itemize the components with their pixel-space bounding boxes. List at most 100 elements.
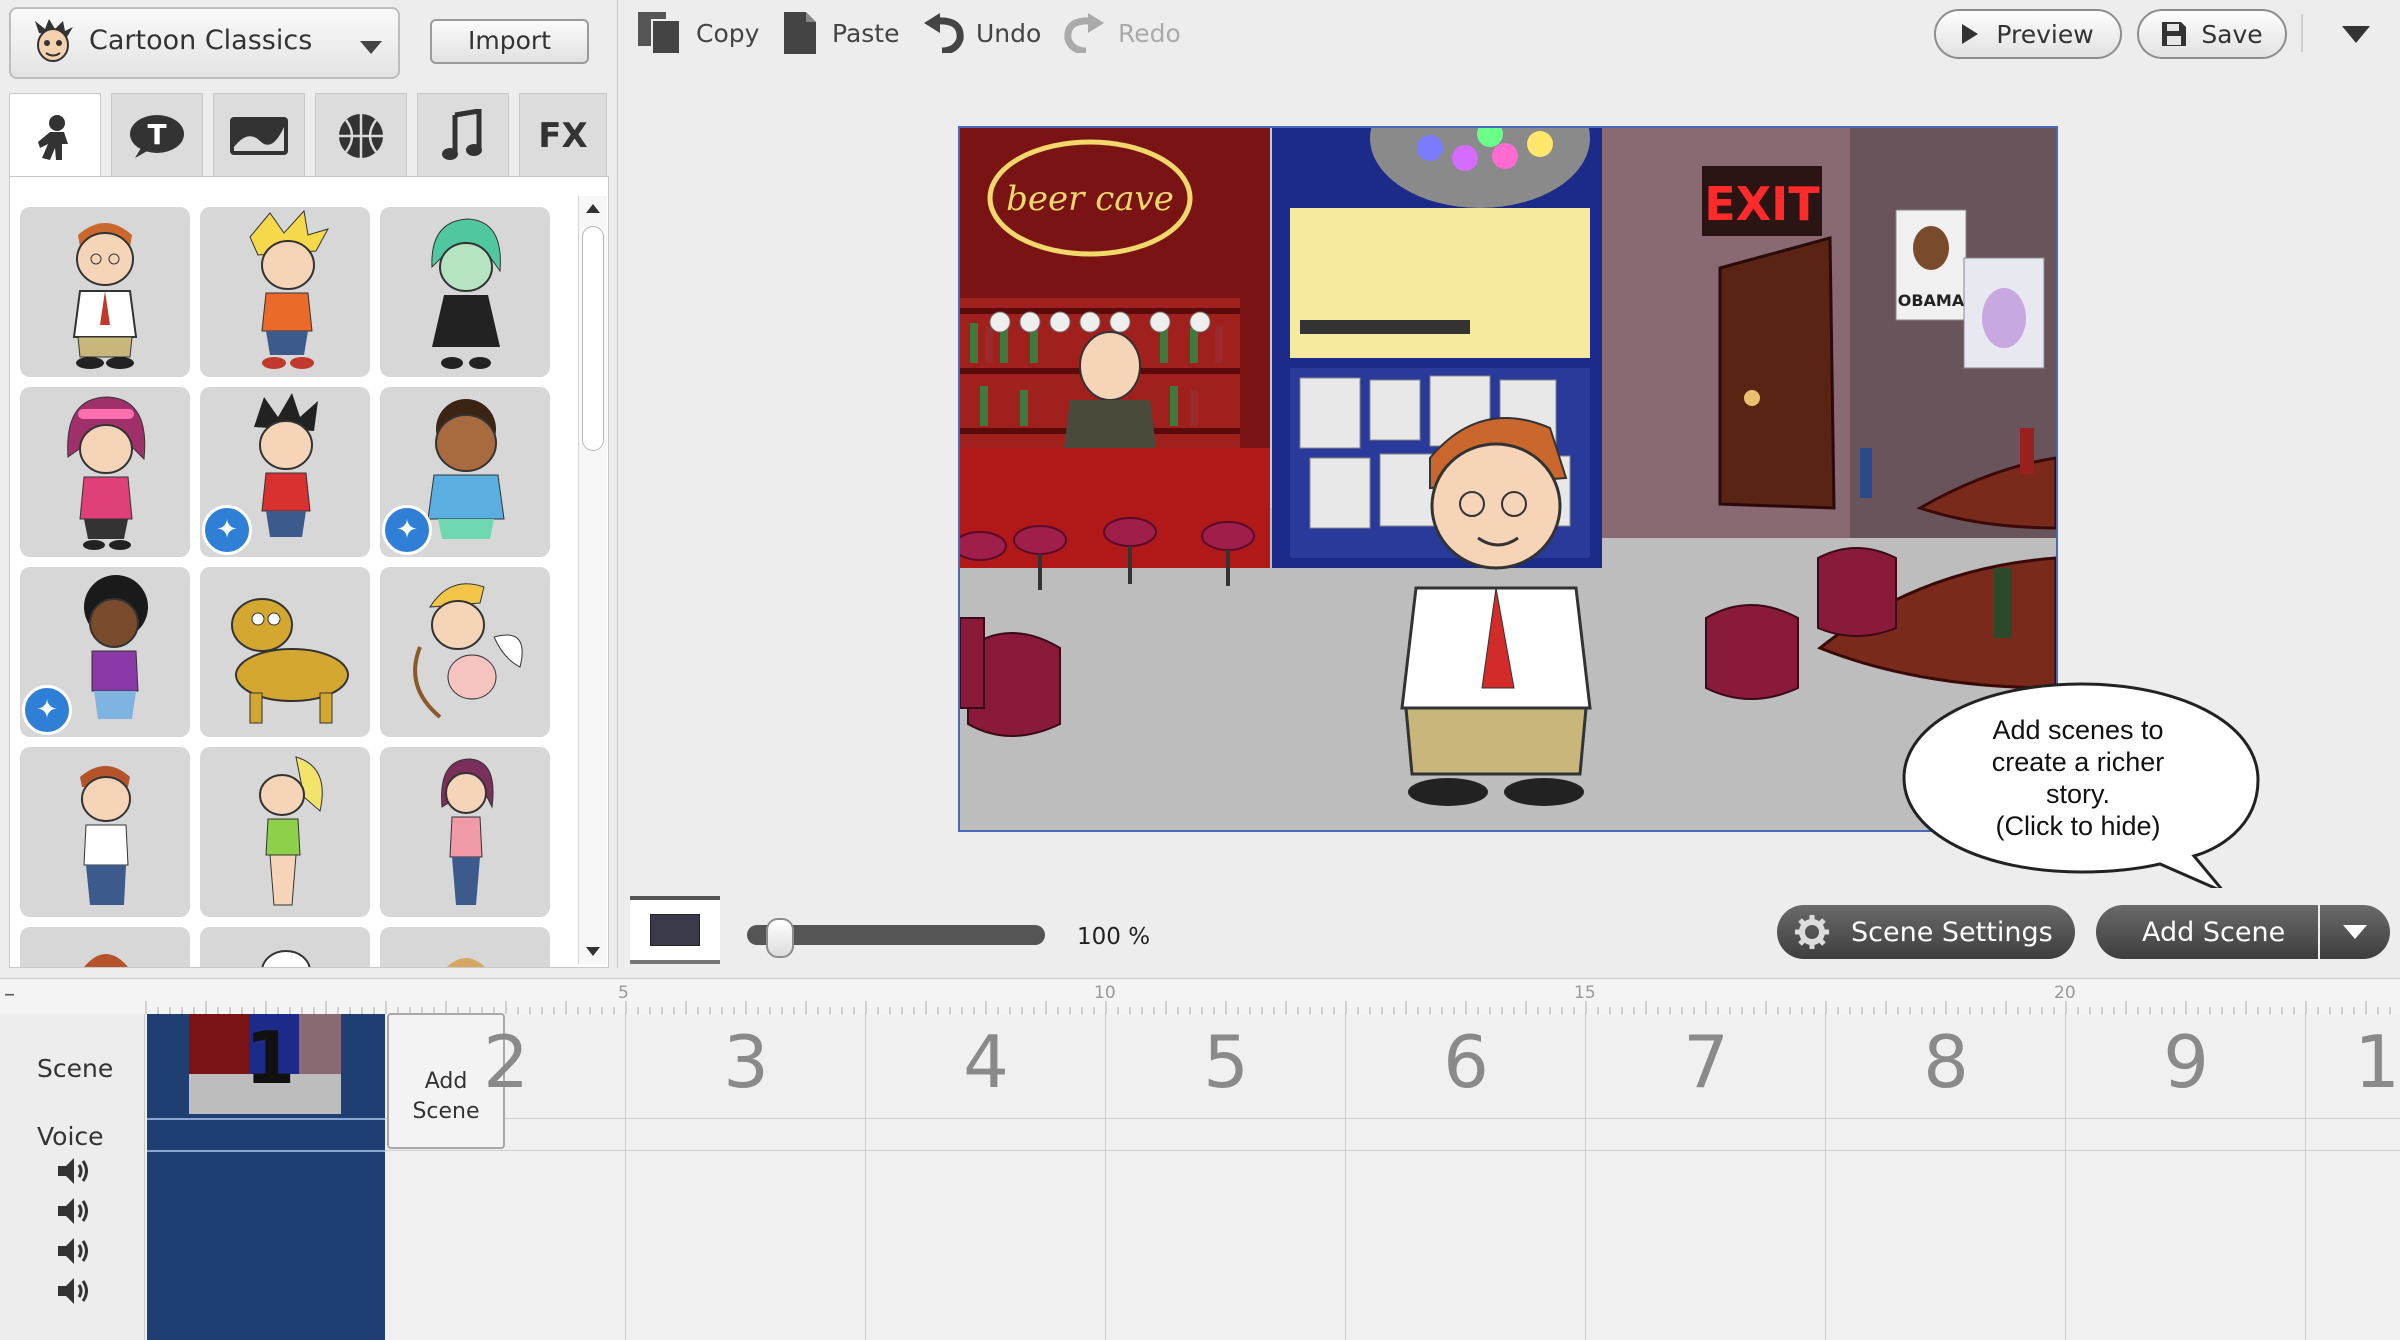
timeline-ruler[interactable]: – 5 10 15 20 (0, 978, 2400, 1016)
timeline-scene-slot[interactable]: 2 (436, 1020, 576, 1104)
tab-backgrounds[interactable] (213, 93, 305, 178)
speaker-icon[interactable] (56, 1236, 92, 1266)
character-tile[interactable] (20, 207, 190, 377)
copy-button[interactable]: Copy (636, 12, 759, 55)
timeline-scene-slot[interactable]: 1 (2330, 1020, 2400, 1104)
bar-scene-illustration: beer cave EXIT OBAMA (960, 128, 2056, 830)
timeline-scene-slot[interactable]: 4 (916, 1020, 1056, 1104)
character-tile[interactable] (20, 927, 190, 967)
timeline-scene-slot[interactable]: 9 (2116, 1020, 2256, 1104)
import-button[interactable]: Import (430, 19, 589, 64)
exit-sign-text: EXIT (1704, 177, 1820, 231)
character-tile[interactable] (200, 567, 370, 737)
scene-stage[interactable]: beer cave EXIT OBAMA (958, 126, 2058, 832)
scroll-down-icon[interactable] (586, 947, 600, 956)
svg-text:T: T (147, 118, 166, 151)
mini-scene-icon (650, 914, 700, 946)
tab-characters[interactable] (9, 93, 101, 183)
character-icon (38, 114, 68, 160)
chevron-down-icon (360, 41, 382, 54)
main-character (1400, 417, 1592, 806)
ruler-label: 20 (2054, 983, 2076, 1003)
ruler-label: 15 (1574, 983, 1596, 1003)
collapse-icon[interactable]: – (4, 984, 22, 1006)
character-thumbnail (80, 766, 131, 905)
bar-sign-text: beer cave (1006, 179, 1174, 219)
character-thumbnail (259, 756, 323, 906)
tab-props[interactable] (315, 93, 407, 178)
timeline-column-divider (865, 1014, 866, 1340)
scene-settings-button[interactable]: Scene Settings (1777, 905, 2075, 959)
scene-1-number: 1 (245, 1016, 296, 1100)
timeline-column-divider (1585, 1014, 1586, 1340)
character-thumbnail (261, 950, 311, 967)
background-icon (230, 117, 288, 155)
character-tile[interactable] (20, 387, 190, 557)
character-tile[interactable] (200, 747, 370, 917)
redo-icon (1064, 13, 1104, 53)
timeline-scene-slot[interactable]: 3 (676, 1020, 816, 1104)
play-icon (1962, 24, 1979, 44)
speaker-icon[interactable] (56, 1276, 92, 1306)
scene-track-label: Scene (37, 1054, 114, 1083)
paste-icon (784, 12, 816, 54)
theme-label: Cartoon Classics (89, 25, 313, 56)
add-scene-dropdown[interactable] (2320, 905, 2390, 959)
speaker-icon[interactable] (56, 1196, 92, 1226)
timeline-column-divider (2065, 1014, 2066, 1340)
character-tile[interactable] (380, 747, 550, 917)
character-tile[interactable]: ✦ (380, 387, 550, 557)
cupid-thumbnail (413, 583, 523, 719)
character-tile[interactable] (380, 207, 550, 377)
tab-text[interactable]: T (111, 93, 203, 178)
floppy-disk-icon (2162, 22, 2187, 46)
undo-icon (924, 13, 964, 53)
scroll-up-icon[interactable] (586, 204, 600, 213)
animated-badge-icon: ✦ (382, 505, 432, 555)
character-tile[interactable] (200, 207, 370, 377)
redo-button[interactable]: Redo (1064, 12, 1181, 54)
character-tile[interactable] (380, 927, 550, 967)
character-tile[interactable] (20, 747, 190, 917)
character-thumbnail (72, 223, 138, 369)
tab-music[interactable] (417, 93, 509, 178)
basketball-icon (339, 114, 383, 158)
timeline-track-labels: Scene Voice (0, 1014, 145, 1340)
menu-dropdown-icon[interactable] (2342, 26, 2370, 43)
preview-button[interactable]: Preview (1934, 9, 2122, 59)
character-thumbnail (447, 958, 485, 967)
chevron-down-icon (2343, 925, 2367, 939)
character-thumbnail (67, 396, 146, 550)
character-palette: ✦ ✦ ✦ (9, 176, 609, 968)
timeline-scene-slot[interactable]: 7 (1636, 1020, 1776, 1104)
character-tile[interactable] (380, 567, 550, 737)
copy-icon (638, 12, 681, 55)
row-divider (147, 1150, 2400, 1151)
undo-button[interactable]: Undo (922, 12, 1041, 54)
paste-button[interactable]: Paste (780, 12, 899, 54)
timeline-column-divider (1105, 1014, 1106, 1340)
palette-scrollbar[interactable] (578, 196, 607, 964)
theme-dropdown[interactable]: Cartoon Classics (9, 7, 400, 79)
theme-avatar-icon (35, 19, 73, 62)
hint-speech-bubble[interactable]: Add scenes to create a richer story. (Cl… (1898, 678, 2264, 888)
animated-badge-icon: ✦ (22, 685, 72, 735)
add-scene-button[interactable]: Add Scene (2096, 905, 2318, 959)
timeline-scene-slot[interactable]: 6 (1396, 1020, 1536, 1104)
save-button[interactable]: Save (2137, 9, 2287, 59)
character-thumbnail (84, 954, 128, 967)
fx-icon: FX (538, 116, 588, 156)
scrollbar-thumb[interactable] (582, 226, 604, 451)
tab-effects[interactable]: FX (519, 93, 607, 178)
timeline-scene-1[interactable]: 1 (147, 1014, 385, 1340)
character-tile[interactable]: ✦ (20, 567, 190, 737)
character-tile[interactable]: ✦ (200, 387, 370, 557)
timeline-scene-slot[interactable]: 8 (1876, 1020, 2016, 1104)
zoom-slider-handle[interactable] (766, 918, 794, 958)
timeline-column-divider (625, 1014, 626, 1340)
animated-badge-icon: ✦ (202, 505, 252, 555)
scene-thumbnail-toggle[interactable] (630, 896, 720, 964)
speaker-icon[interactable] (56, 1156, 92, 1186)
timeline-scene-slot[interactable]: 5 (1156, 1020, 1296, 1104)
character-tile[interactable] (200, 927, 370, 967)
